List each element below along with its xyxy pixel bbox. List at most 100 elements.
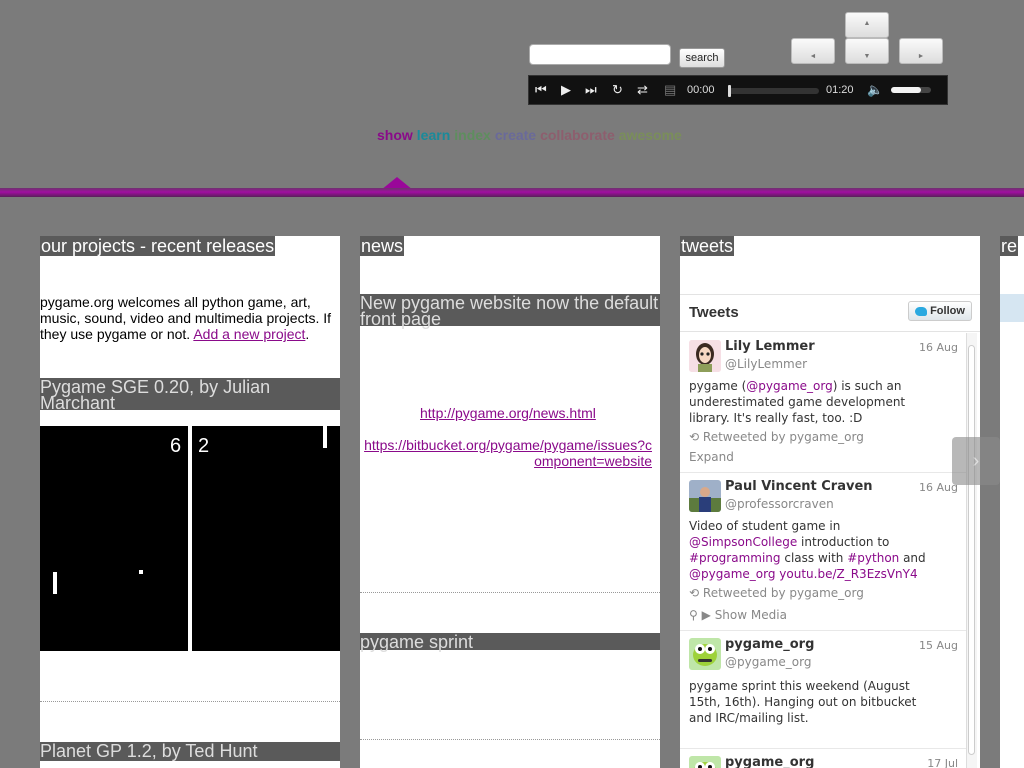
search-input[interactable] [529,44,671,65]
projects-intro: pygame.org welcomes all python game, art… [40,294,340,342]
ball [139,570,143,574]
fourth-column-heading: re [1000,236,1019,256]
nav-left-button[interactable]: ◄ [791,38,835,64]
media-icon: ▶ [701,608,711,622]
current-time: 00:00 [687,84,715,96]
avatar-pygame-icon [689,756,721,768]
tweet-text: Video of student game in @SimpsonCollege… [689,518,939,582]
tweet-author-handle[interactable]: @pygame_org [725,655,811,669]
progress-handle[interactable] [728,85,731,97]
divider [40,701,340,702]
retweet-text: Retweeted by pygame_org [702,586,864,600]
mention-link[interactable]: @pygame_org [689,567,775,581]
next-slide-arrow[interactable]: › [952,437,1000,485]
follow-button[interactable]: Follow [908,301,972,321]
avatar-paul-icon [689,480,721,512]
score-right: 2 [198,435,210,457]
volume-level [891,87,921,93]
avatar-pygame-icon [689,638,721,670]
nav-right-button[interactable]: ► [899,38,943,64]
tweets-scrollbar[interactable] [966,333,977,768]
duration-time: 01:20 [826,84,854,96]
scrollbar-thumb[interactable] [968,345,975,755]
news-column: news New pygame website now the default … [360,236,660,768]
avatar [689,340,721,372]
tweet-author-handle[interactable]: @LilyLemmer [725,357,807,371]
divider [360,739,660,740]
retweet-text: Retweeted by pygame_org [702,430,864,444]
twitter-bird-icon [915,306,928,316]
news-title[interactable]: pygame sprint [360,633,660,651]
next-icon[interactable]: ⏭ [585,82,597,98]
avatar [689,480,721,512]
arrow-up-icon: ▲ [863,20,871,27]
volume-slider[interactable] [891,87,931,93]
url-link[interactable]: youtu.be/Z_R3EzsVnY4 [779,567,917,581]
volume-icon[interactable]: 🔈 [867,82,883,98]
tweet-date[interactable]: 17 Jul [927,757,958,768]
tweet-author-name[interactable]: Lily Lemmer [725,339,815,354]
project-screenshot-left[interactable]: 6 [40,426,188,651]
tweet[interactable]: pygame_org 17 Jul [680,748,966,768]
fourth-column-header-strip [1000,294,1024,322]
repeat-icon[interactable]: ↻ [612,82,623,98]
section-nav-create[interactable]: create [495,127,536,143]
previous-icon[interactable]: ⏮ [535,82,547,98]
section-nav-show[interactable]: show [377,127,413,143]
tweet-date[interactable]: 15 Aug [919,639,958,652]
tweet-author-handle[interactable]: @professorcraven [725,497,834,511]
projects-heading: our projects - recent releases [40,236,276,256]
section-nav-awesome[interactable]: awesome [619,127,682,143]
news-heading: news [360,236,405,256]
shuffle-icon[interactable]: ⇄ [637,82,648,98]
twitter-widget-title: Tweets [689,304,739,321]
tweet-text-part: and [899,551,926,565]
retweet-note: ⟲ Retweeted by pygame_org [689,430,864,444]
tweet[interactable]: pygame_org @pygame_org 15 Aug pygame spr… [680,630,966,749]
nav-up-button[interactable]: ▲ [845,12,889,38]
projects-column: our projects - recent releases pygame.or… [40,236,340,768]
project-title[interactable]: Pygame SGE 0.20, by Julian Marchant [40,378,340,412]
arrow-down-icon: ▼ [863,53,871,60]
hashtag-link[interactable]: #programming [689,551,781,565]
tweet[interactable]: Paul Vincent Craven @professorcraven 16 … [680,472,966,631]
tweet-author-name[interactable]: pygame_org [725,755,814,768]
intro-end: . [305,326,310,342]
news-title[interactable]: New pygame website now the default front… [360,294,660,328]
paddle-left [53,572,57,594]
news-link[interactable]: https://bitbucket.org/pygame/pygame/issu… [360,437,652,469]
paddle-right [323,426,327,448]
section-nav: show learn index create collaborate awesome [377,127,686,143]
tweets-heading: tweets [680,236,735,256]
tweet-text-part: class with [780,551,848,565]
mention-link[interactable]: @SimpsonCollege [689,535,797,549]
tweet-text-part: introduction to [797,535,890,549]
section-nav-learn[interactable]: learn [417,127,450,143]
playlist-icon[interactable]: ▤ [664,82,676,98]
location-icon: ⚲ [689,608,698,622]
avatar [689,638,721,670]
avatar [689,756,721,768]
header-band [0,188,1024,197]
news-link[interactable]: http://pygame.org/news.html [420,405,596,421]
tweet-date[interactable]: 16 Aug [919,341,958,354]
search-button[interactable]: search [679,48,725,68]
mention-link[interactable]: @pygame_org [746,379,832,393]
tweet-author-name[interactable]: Paul Vincent Craven [725,479,873,494]
play-icon[interactable]: ▶ [561,82,571,98]
progress-slider[interactable] [728,85,819,97]
expand-link[interactable]: Expand [689,450,734,464]
tweet-author-name[interactable]: pygame_org [725,637,814,652]
hashtag-link[interactable]: #python [847,551,899,565]
nav-down-button[interactable]: ▼ [845,38,889,64]
show-media-link[interactable]: ⚲ ▶ Show Media [689,608,787,622]
section-nav-collaborate[interactable]: collaborate [540,127,615,143]
add-project-link[interactable]: Add a new project [193,326,305,342]
section-nav-index[interactable]: index [454,127,491,143]
project-title[interactable]: Planet GP 1.2, by Ted Hunt [40,742,340,761]
project-screenshot-right[interactable]: 2 [192,426,340,651]
tweet[interactable]: Lily Lemmer @LilyLemmer 16 Aug pygame (@… [680,332,966,473]
tweet-text: pygame (@pygame_org) is such an underest… [689,378,915,426]
tweet-text-part: pygame ( [689,379,747,393]
tweets-column: tweets Tweets Follow Lily Lemmer @LilyLe… [680,236,980,768]
